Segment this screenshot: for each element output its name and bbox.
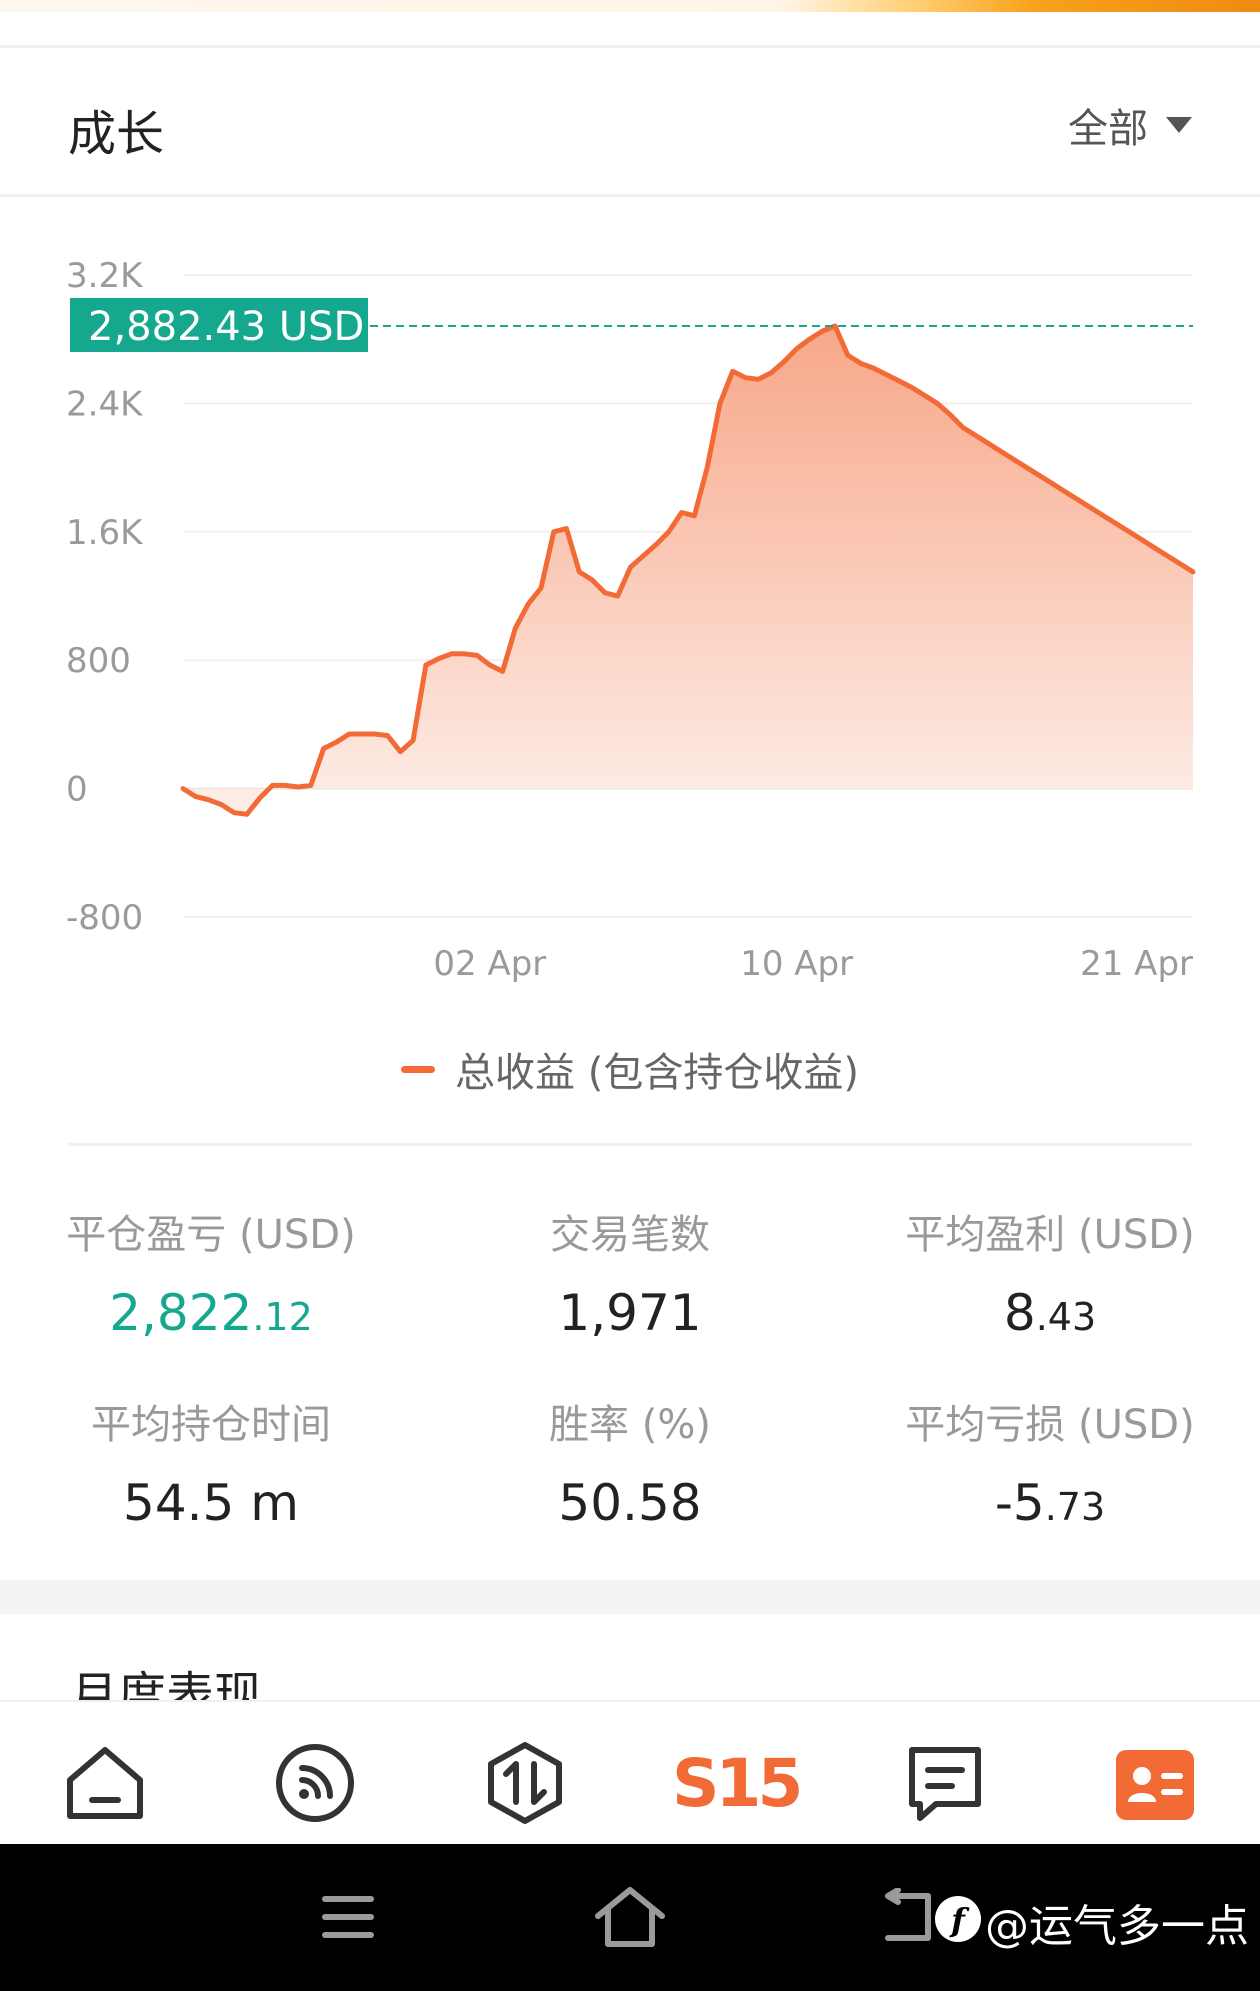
- stat-closed-pnl: 平仓盈亏 (USD) 2,822.12: [1, 1202, 421, 1342]
- x-axis-ticks: 02 Apr 10 Apr 21 Apr: [433, 944, 1193, 984]
- legend-label: 总收益 (包含持仓收益): [455, 1050, 859, 1096]
- y-tick-label: -800: [66, 898, 143, 938]
- growth-chart[interactable]: 3.2K 2.4K 1.6K 800 0 -800 2,882.43 USD 02 Apr…: [0, 230, 1260, 1030]
- section-title: 成长: [68, 106, 165, 162]
- stat-label: 平仓盈亏 (USD): [66, 1212, 356, 1258]
- legend-swatch: [401, 1065, 436, 1073]
- tab-feed[interactable]: [272, 1740, 358, 1826]
- stat-value: 2,822.12: [1, 1284, 421, 1342]
- message-icon: [909, 1747, 981, 1821]
- stat-label: 胜率 (%): [549, 1402, 711, 1448]
- x-tick-label: 21 Apr: [1080, 944, 1193, 984]
- stat-value-int: 8: [1003, 1284, 1036, 1342]
- y-tick-label: 800: [66, 641, 131, 681]
- stat-value-int: -5: [994, 1474, 1045, 1532]
- stat-value-frac: .73: [1044, 1485, 1106, 1529]
- watermark-logo-icon: f: [935, 1896, 981, 1942]
- growth-section-header: 成长 全部: [0, 48, 1260, 197]
- stat-trade-count: 交易笔数 1,971: [420, 1202, 840, 1342]
- y-tick-label: 3.2K: [66, 256, 144, 296]
- stat-value: 54.5 m: [123, 1474, 299, 1532]
- profile-card-icon: [1128, 1767, 1183, 1802]
- trade-icon: [488, 1742, 562, 1824]
- system-navigation-bar: f @运气多一点: [0, 1844, 1260, 1991]
- stat-value: 8.43: [840, 1284, 1260, 1342]
- top-banner: [0, 0, 1260, 12]
- feed-icon: [276, 1744, 354, 1822]
- stat-value-frac: .43: [1035, 1295, 1097, 1339]
- current-value-label: 2,882.43 USD: [88, 304, 364, 350]
- stat-avg-profit: 平均盈利 (USD) 8.43: [840, 1202, 1260, 1342]
- stat-value: -5.73: [840, 1474, 1260, 1532]
- x-tick-label: 10 Apr: [740, 944, 853, 984]
- section-separator: [0, 1580, 1260, 1614]
- range-filter-dropdown[interactable]: 全部: [1068, 96, 1192, 154]
- tab-home[interactable]: [62, 1740, 148, 1826]
- y-tick-label: 2.4K: [66, 384, 144, 424]
- system-home-icon[interactable]: [592, 1884, 668, 1950]
- chart-legend[interactable]: 总收益 (包含持仓收益): [0, 1040, 1260, 1098]
- caret-down-icon: [1166, 117, 1192, 133]
- watermark-text: @运气多一点: [985, 1901, 1249, 1952]
- stat-label: 平均持仓时间: [91, 1402, 331, 1448]
- tab-s15[interactable]: S15: [672, 1746, 803, 1822]
- stat-value-int: 2,822: [109, 1284, 253, 1342]
- bottom-tab-bar: S15: [0, 1700, 1260, 1846]
- stat-avg-loss: 平均亏损 (USD) -5.73: [840, 1392, 1260, 1532]
- menu-icon[interactable]: [322, 1896, 374, 1938]
- stat-value-frac: .12: [252, 1295, 313, 1339]
- range-filter-label: 全部: [1068, 106, 1148, 152]
- back-icon[interactable]: [880, 1888, 936, 1946]
- divider: [68, 1143, 1192, 1146]
- y-tick-label: 1.6K: [66, 513, 144, 553]
- stat-win-rate: 胜率 (%) 50.58: [420, 1392, 840, 1532]
- stat-label: 平均盈利 (USD): [905, 1212, 1195, 1258]
- stat-label: 平均亏损 (USD): [905, 1402, 1195, 1448]
- stat-label: 交易笔数: [550, 1212, 710, 1258]
- tab-profile[interactable]: [1116, 1750, 1194, 1820]
- y-axis-ticks: 3.2K 2.4K 1.6K 800 0 -800: [66, 256, 144, 938]
- stat-avg-hold-time: 平均持仓时间 54.5 m: [1, 1392, 421, 1532]
- tab-trade[interactable]: [482, 1740, 568, 1826]
- stat-value: 50.58: [558, 1474, 702, 1532]
- home-icon: [67, 1747, 143, 1819]
- tab-messages[interactable]: [902, 1740, 988, 1826]
- x-tick-label: 02 Apr: [433, 944, 546, 984]
- y-tick-label: 0: [66, 770, 88, 810]
- stat-value: 1,971: [558, 1284, 702, 1342]
